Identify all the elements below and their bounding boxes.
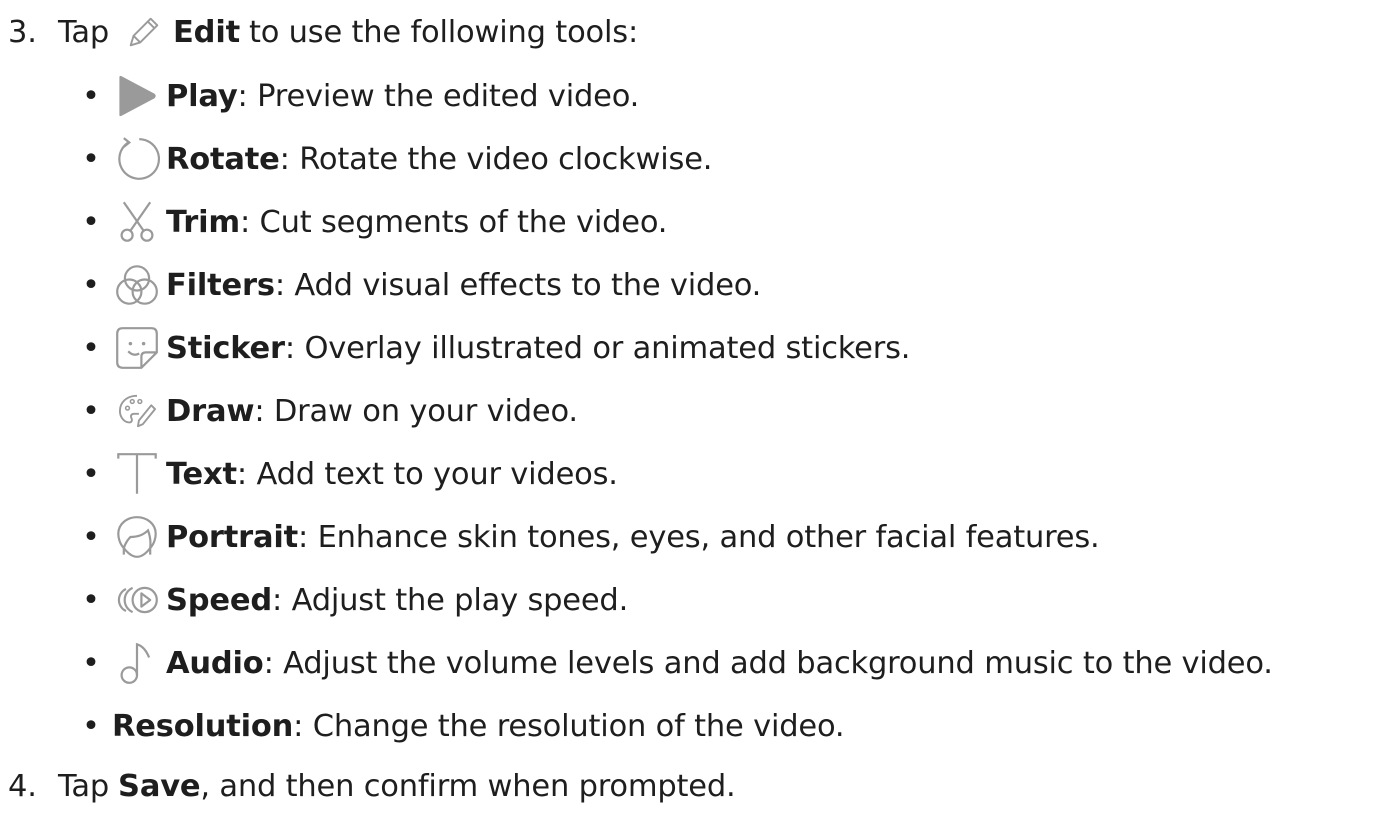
tool-name: Text <box>166 456 237 492</box>
rotate-icon <box>112 134 162 184</box>
tool-name: Speed <box>166 582 273 618</box>
tool-desc: : Overlay illustrated or animated sticke… <box>284 330 911 366</box>
play-icon <box>112 71 162 121</box>
tool-desc: : Adjust the volume levels and add backg… <box>263 645 1273 681</box>
bullet: • <box>82 456 100 492</box>
tool-item-rotate: • Rotate : Rotate the video clockwise. <box>0 129 712 189</box>
tool-name: Portrait <box>166 519 298 555</box>
step-prefix: Tap <box>58 768 110 804</box>
tool-desc: : Change the resolution of the video. <box>293 708 845 744</box>
pencil-icon <box>119 7 169 57</box>
tool-item-portrait: • Portrait : Enhance skin tones, eyes, a… <box>0 507 1100 567</box>
music-note-icon <box>112 638 162 688</box>
bullet: • <box>82 267 100 303</box>
sticker-icon <box>112 323 162 373</box>
edit-label: Edit <box>173 14 240 50</box>
bullet: • <box>82 141 100 177</box>
palette-icon <box>112 386 162 436</box>
bullet: • <box>82 78 100 114</box>
bullet: • <box>82 393 100 429</box>
bullet: • <box>82 582 100 618</box>
tool-name: Sticker <box>166 330 285 366</box>
tool-name: Audio <box>166 645 264 681</box>
scissors-icon <box>112 197 162 247</box>
tool-name: Play <box>166 78 238 114</box>
tool-desc: : Rotate the video clockwise. <box>279 141 713 177</box>
step-prefix: Tap <box>58 14 110 50</box>
portrait-icon <box>112 512 162 562</box>
tool-desc: : Add visual effects to the video. <box>274 267 762 303</box>
filters-icon <box>112 260 162 310</box>
tool-desc: : Draw on your video. <box>254 393 578 429</box>
tool-item-resolution: • Resolution : Change the resolution of … <box>0 696 845 756</box>
tool-desc: : Add text to your videos. <box>236 456 618 492</box>
tool-desc: : Adjust the play speed. <box>272 582 629 618</box>
bullet: • <box>82 330 100 366</box>
tool-name: Filters <box>166 267 275 303</box>
tool-name: Trim <box>166 204 240 240</box>
tool-item-filters: • Filters : Add visual effects to the vi… <box>0 255 761 315</box>
tool-item-audio: • Audio : Adjust the volume levels and a… <box>0 633 1273 693</box>
step-3: 3. Tap Edit to use the following tools: <box>0 2 638 62</box>
tool-name: Resolution <box>112 708 294 744</box>
tool-name: Draw <box>166 393 255 429</box>
tool-item-play: • Play : Preview the edited video. <box>0 66 639 126</box>
tool-desc: : Enhance skin tones, eyes, and other fa… <box>298 519 1100 555</box>
step-4: 4. Tap Save , and then confirm when prom… <box>0 756 736 816</box>
speed-icon <box>112 575 162 625</box>
bullet: • <box>82 204 100 240</box>
tool-item-text: • Text : Add text to your videos. <box>0 444 618 504</box>
step-number: 3. <box>8 14 37 50</box>
tool-desc: : Cut segments of the video. <box>239 204 668 240</box>
step-text: to use the following tools: <box>248 14 639 50</box>
bullet: • <box>82 645 100 681</box>
bullet: • <box>82 519 100 555</box>
tool-desc: : Preview the edited video. <box>237 78 640 114</box>
step-text: , and then confirm when prompted. <box>200 768 736 804</box>
text-icon <box>112 449 162 499</box>
step-number: 4. <box>8 768 37 804</box>
bullet: • <box>82 708 100 744</box>
tool-name: Rotate <box>166 141 280 177</box>
instructions-page: 3. Tap Edit to use the following tools: … <box>0 0 1383 817</box>
tool-item-sticker: • Sticker : Overlay illustrated or anima… <box>0 318 910 378</box>
tool-item-trim: • Trim : Cut segments of the video. <box>0 192 667 252</box>
save-label: Save <box>118 768 201 804</box>
tool-item-draw: • Draw : Draw on your video. <box>0 381 578 441</box>
tool-item-speed: • Speed : Adjust the play speed. <box>0 570 628 630</box>
